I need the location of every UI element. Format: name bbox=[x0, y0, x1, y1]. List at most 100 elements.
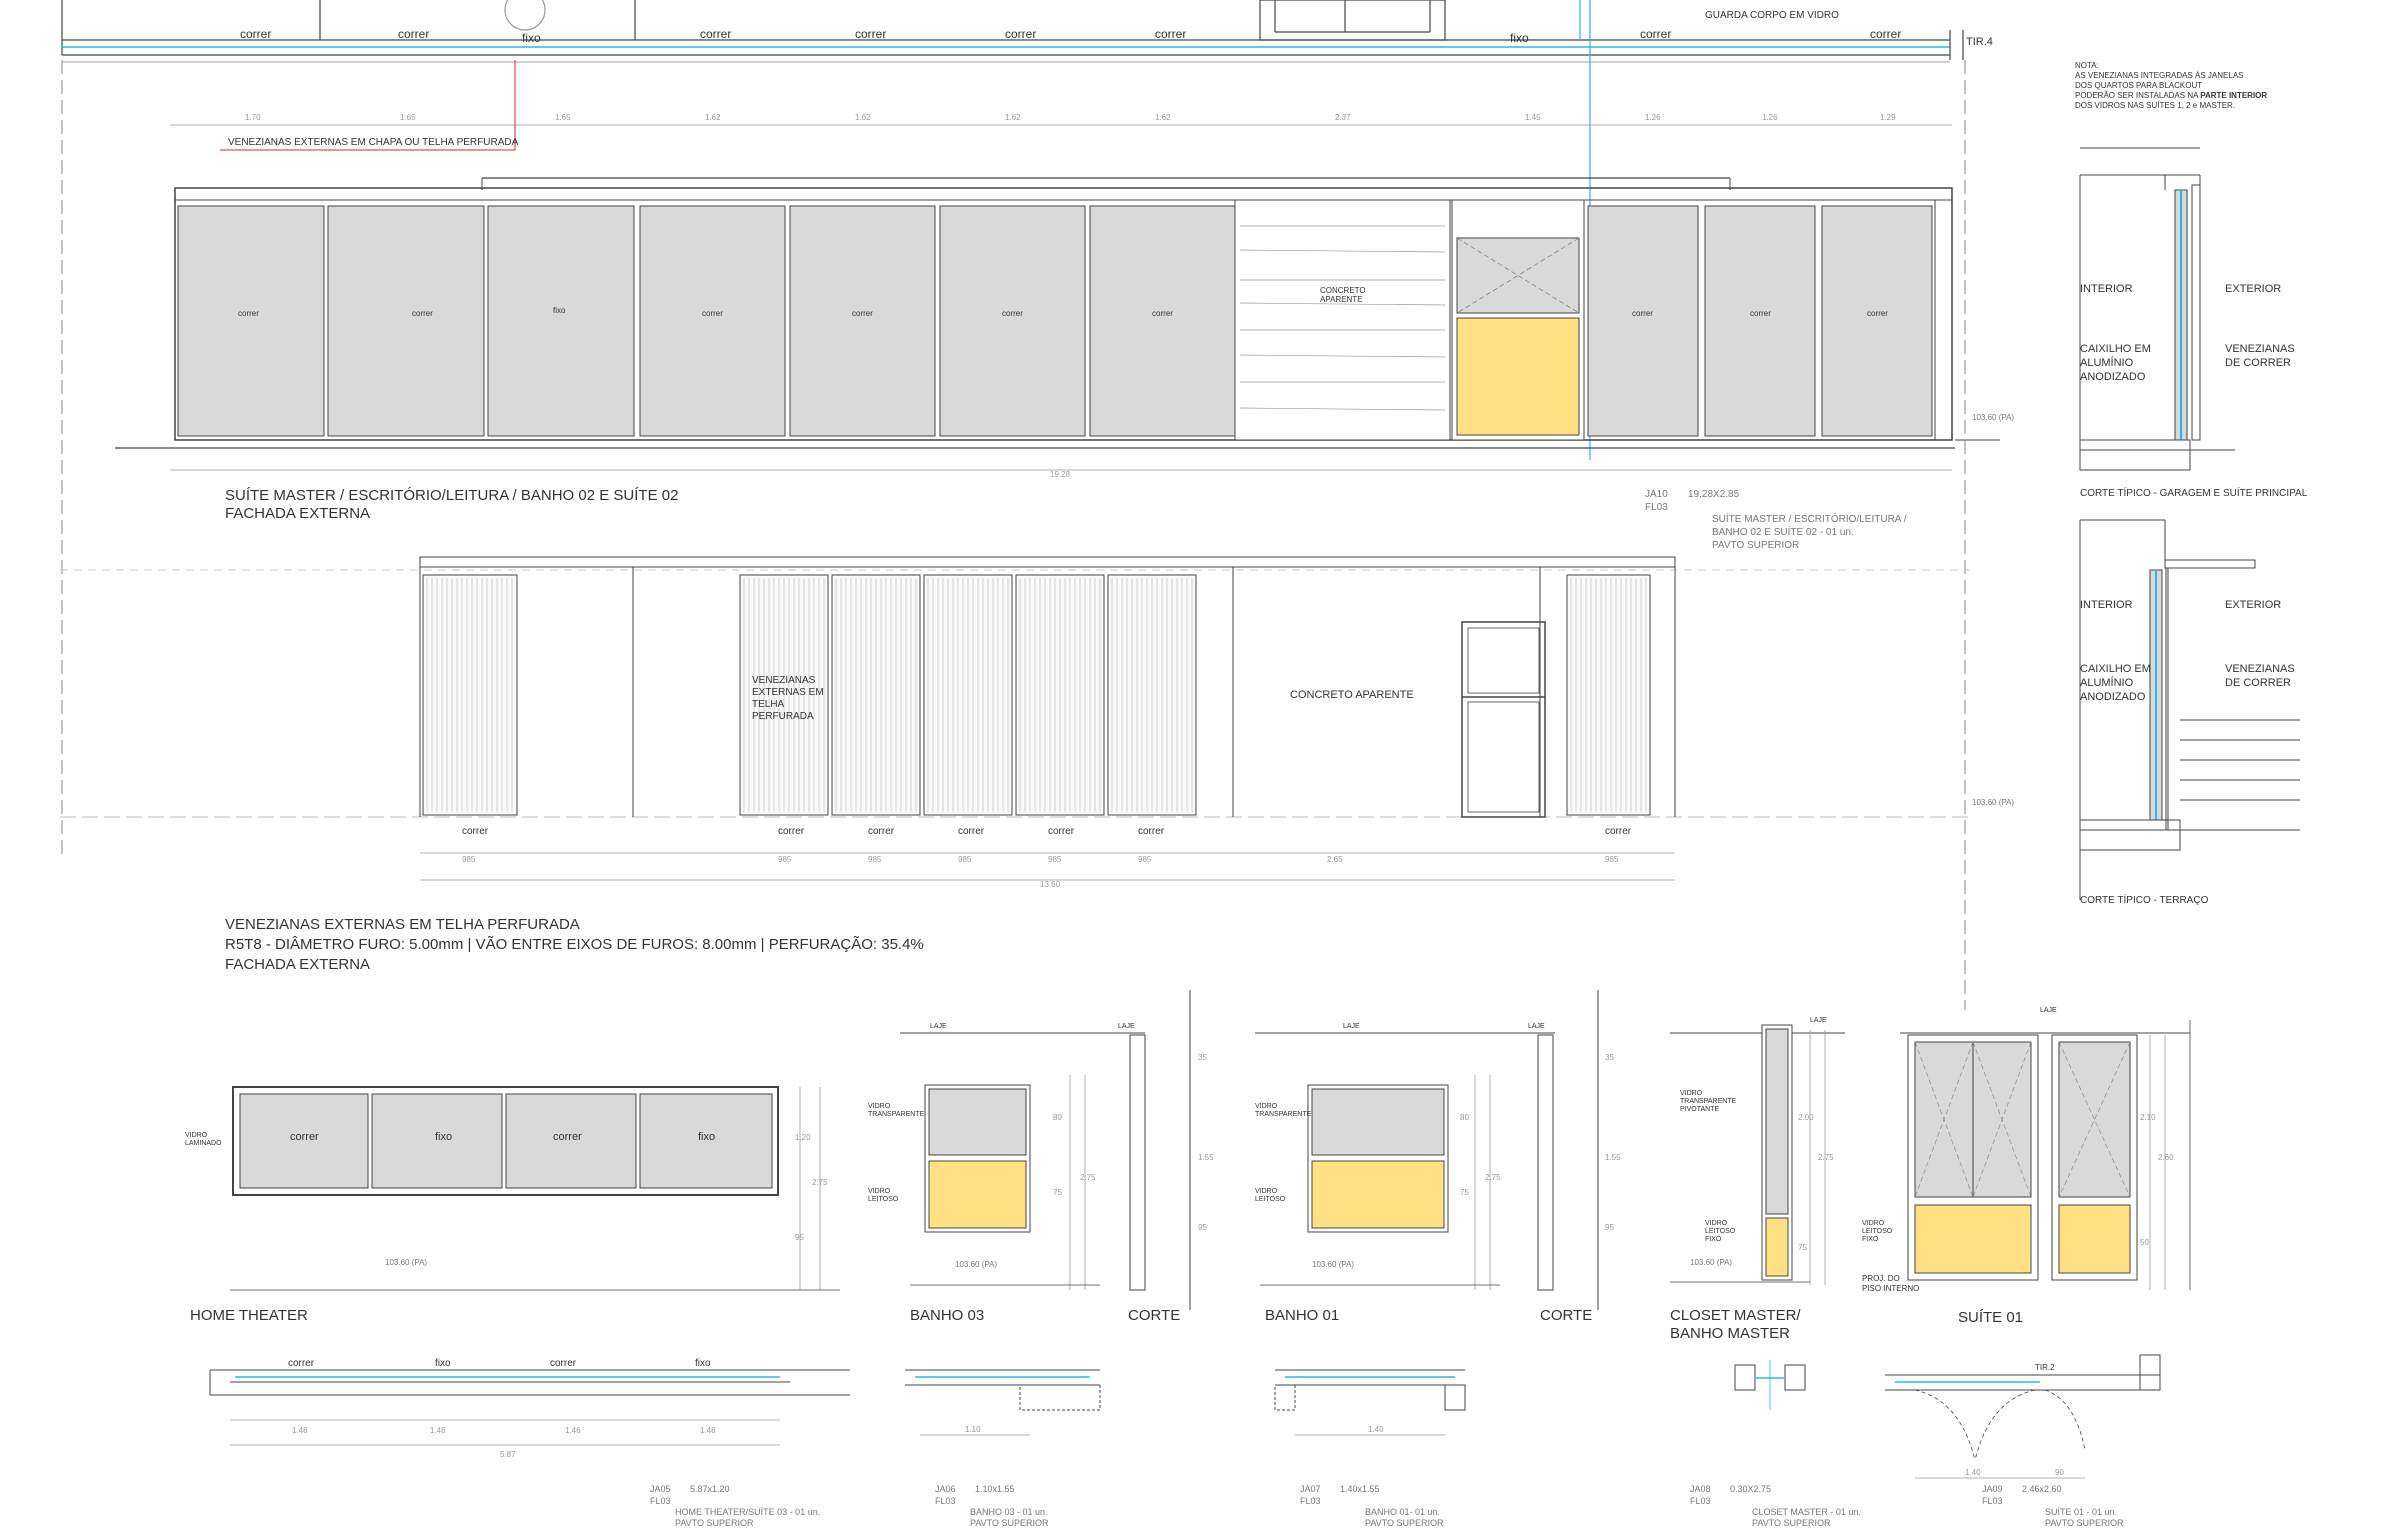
banho03-labels: LAJE LAJE VIDRO TRANSPARENTE VIDRO LEITO… bbox=[868, 1023, 1214, 1324]
panel-label: correr bbox=[1632, 309, 1653, 318]
height-dim: 75 bbox=[1798, 1243, 1807, 1252]
level-mark: 103.60 (PA) bbox=[385, 1258, 427, 1267]
panel-label: correr bbox=[412, 309, 433, 318]
facade2-dim: 2.65 bbox=[1327, 855, 1343, 864]
section-frame: ANODIZADO bbox=[2080, 691, 2146, 703]
panel-label: fixo bbox=[435, 1131, 452, 1143]
top-dim: 1.29 bbox=[1880, 113, 1896, 122]
tag-size: 0.30X2.75 bbox=[1730, 1484, 1771, 1494]
facade1-total-dim: 19.28 bbox=[1050, 470, 1071, 479]
banho03-tag: 1.10 JA06 FL03 1.10x1.55 BANHO 03 - 01 u… bbox=[935, 1425, 1049, 1528]
banho01-title: BANHO 01 bbox=[1265, 1307, 1339, 1324]
top-dim: 1.62 bbox=[1005, 113, 1021, 122]
suite01-elevation bbox=[1900, 1020, 2191, 1290]
top-plan-label: correr bbox=[398, 27, 429, 41]
level-mark: PISO INTERNO bbox=[1862, 1284, 1919, 1293]
glass-note: VIDRO bbox=[1255, 1188, 1278, 1195]
height-dim: 95 bbox=[1198, 1223, 1207, 1232]
tag-code: JA06 bbox=[935, 1484, 956, 1494]
tag-desc: SUÍTE 01 - 01 un. bbox=[2045, 1507, 2117, 1517]
tag-desc: PAVTO SUPERIOR bbox=[2045, 1518, 2124, 1528]
suite01-tag: TIR.2 1.40 90 JA09 FL03 2.46x2.60 SUÍTE … bbox=[1965, 1363, 2124, 1528]
louver-note: TELHA bbox=[752, 699, 785, 710]
correr-label: correr bbox=[778, 826, 805, 837]
tag-size: 1.10x1.55 bbox=[975, 1484, 1015, 1494]
tag-floor: FL03 bbox=[1982, 1496, 2003, 1506]
correr-label: correr bbox=[1048, 826, 1075, 837]
facade2-dim: 985 bbox=[778, 855, 792, 864]
height-dim: 35 bbox=[1198, 1053, 1207, 1062]
glass-note: VIDRO bbox=[868, 1188, 891, 1195]
top-plan-label: correr bbox=[700, 27, 731, 41]
tag-floor: FL03 bbox=[1300, 1496, 1321, 1506]
section-frame: ANODIZADO bbox=[2080, 371, 2146, 383]
closet-title: CLOSET MASTER/ bbox=[1670, 1307, 1801, 1324]
section-frame: ALUMÍNIO bbox=[2080, 356, 2134, 369]
glass-note: LEITOSO bbox=[1255, 1196, 1286, 1203]
level-mark: 103.60 (PA) bbox=[1312, 1260, 1354, 1269]
tag-desc: PAVTO SUPERIOR bbox=[1712, 540, 1799, 551]
facade2-dim: 985 bbox=[1138, 855, 1152, 864]
top-dim: 1.62 bbox=[855, 113, 871, 122]
tag-desc: BANHO 01- 01 un. bbox=[1365, 1507, 1440, 1517]
laje-label: LAJE bbox=[1810, 1017, 1827, 1024]
facade-2-louvers bbox=[422, 574, 1651, 816]
closet-labels: LAJE VIDRO TRANSPARENTE PIVOTANTE VIDRO … bbox=[1670, 1017, 1834, 1342]
tag-desc: BANHO 02 E SUÍTE 02 - 01 un. bbox=[1712, 525, 1854, 538]
tag-size: 5.87x1.20 bbox=[690, 1484, 730, 1494]
correr-label: correr bbox=[958, 826, 985, 837]
closet-title: BANHO MASTER bbox=[1670, 1325, 1790, 1342]
ht-title: HOME THEATER bbox=[190, 1307, 308, 1324]
facade2-subtitle: FACHADA EXTERNA bbox=[225, 956, 370, 973]
tag-desc: HOME THEATER/SUÍTE 03 - 01 un. bbox=[675, 1507, 820, 1517]
tag-floor: FL03 bbox=[935, 1496, 956, 1506]
louver-panel bbox=[1566, 574, 1651, 816]
tag-desc: BANHO 03 - 01 un. bbox=[970, 1507, 1048, 1517]
plan-dim: 1.10 bbox=[965, 1425, 981, 1434]
tag-size: 1.40x1.55 bbox=[1340, 1484, 1380, 1494]
tag-desc: PAVTO SUPERIOR bbox=[675, 1518, 754, 1528]
correr-label: correr bbox=[868, 826, 895, 837]
top-dim: 1.45 bbox=[1525, 113, 1541, 122]
glass-note: LAMINADO bbox=[185, 1140, 222, 1147]
section-1-labels: INTERIOR EXTERIOR CAIXILHO EM ALUMÍNIO A… bbox=[2080, 283, 2308, 499]
glass-note: VIDRO bbox=[1255, 1103, 1278, 1110]
top-plan-label: correr bbox=[1155, 27, 1186, 41]
section-louver: DE CORRER bbox=[2225, 677, 2291, 689]
plan-total: 5.87 bbox=[500, 1450, 516, 1459]
height-dim: 75 bbox=[1053, 1188, 1062, 1197]
level-mark: 103.60 (PA) bbox=[955, 1260, 997, 1269]
facade-2-dims: correr correr correr correr correr corre… bbox=[225, 826, 1675, 973]
laje-label: LAJE bbox=[1118, 1023, 1135, 1030]
tag-desc: PAVTO SUPERIOR bbox=[1752, 1518, 1831, 1528]
height-dim: 1.55 bbox=[1605, 1153, 1621, 1162]
panel-label: fixo bbox=[553, 306, 566, 315]
top-plan-label: correr bbox=[1005, 27, 1036, 41]
section-louver: VENEZIANAS bbox=[2225, 663, 2295, 675]
section-frame: CAIXILHO EM bbox=[2080, 663, 2151, 675]
height-dim: 2.75 bbox=[1818, 1153, 1834, 1162]
home-theater-plan-labels: correr fixo correr fixo 1.46 1.46 1.46 1… bbox=[288, 1358, 820, 1528]
correr-label: correr bbox=[1138, 826, 1165, 837]
height-dim: 95 bbox=[1605, 1223, 1614, 1232]
height-dim: 2.75 bbox=[812, 1178, 828, 1187]
height-dim: 2.75 bbox=[1485, 1173, 1501, 1182]
top-dim: 1.26 bbox=[1762, 113, 1778, 122]
banho01-tag: 1.40 JA07 FL03 1.40x1.55 BANHO 01- 01 un… bbox=[1300, 1425, 1444, 1528]
banho01-elevation bbox=[1255, 990, 1599, 1310]
panel-label: correr bbox=[290, 1131, 319, 1143]
plan-label: correr bbox=[288, 1358, 315, 1369]
facade2-dim: 985 bbox=[1605, 855, 1619, 864]
height-dim: 1.20 bbox=[795, 1133, 811, 1142]
guide-lines bbox=[61, 60, 1966, 1010]
louver-note: PERFURADA bbox=[752, 711, 814, 722]
panel-label: correr bbox=[1002, 309, 1023, 318]
notes-block: NOTA: AS VENEZIANAS INTEGRADAS ÀS JANELA… bbox=[2075, 61, 2267, 110]
tag-size: 2.46x2.60 bbox=[2022, 1484, 2062, 1494]
note-line: AS VENEZIANAS INTEGRADAS ÀS JANELAS bbox=[2075, 71, 2244, 80]
tag-code: JA09 bbox=[1982, 1484, 2003, 1494]
plan-dim: 1.40 bbox=[1368, 1425, 1384, 1434]
height-dim: 80 bbox=[1053, 1113, 1062, 1122]
glass-note: FIXO bbox=[1862, 1236, 1879, 1243]
top-plan-label: correr bbox=[1640, 27, 1671, 41]
